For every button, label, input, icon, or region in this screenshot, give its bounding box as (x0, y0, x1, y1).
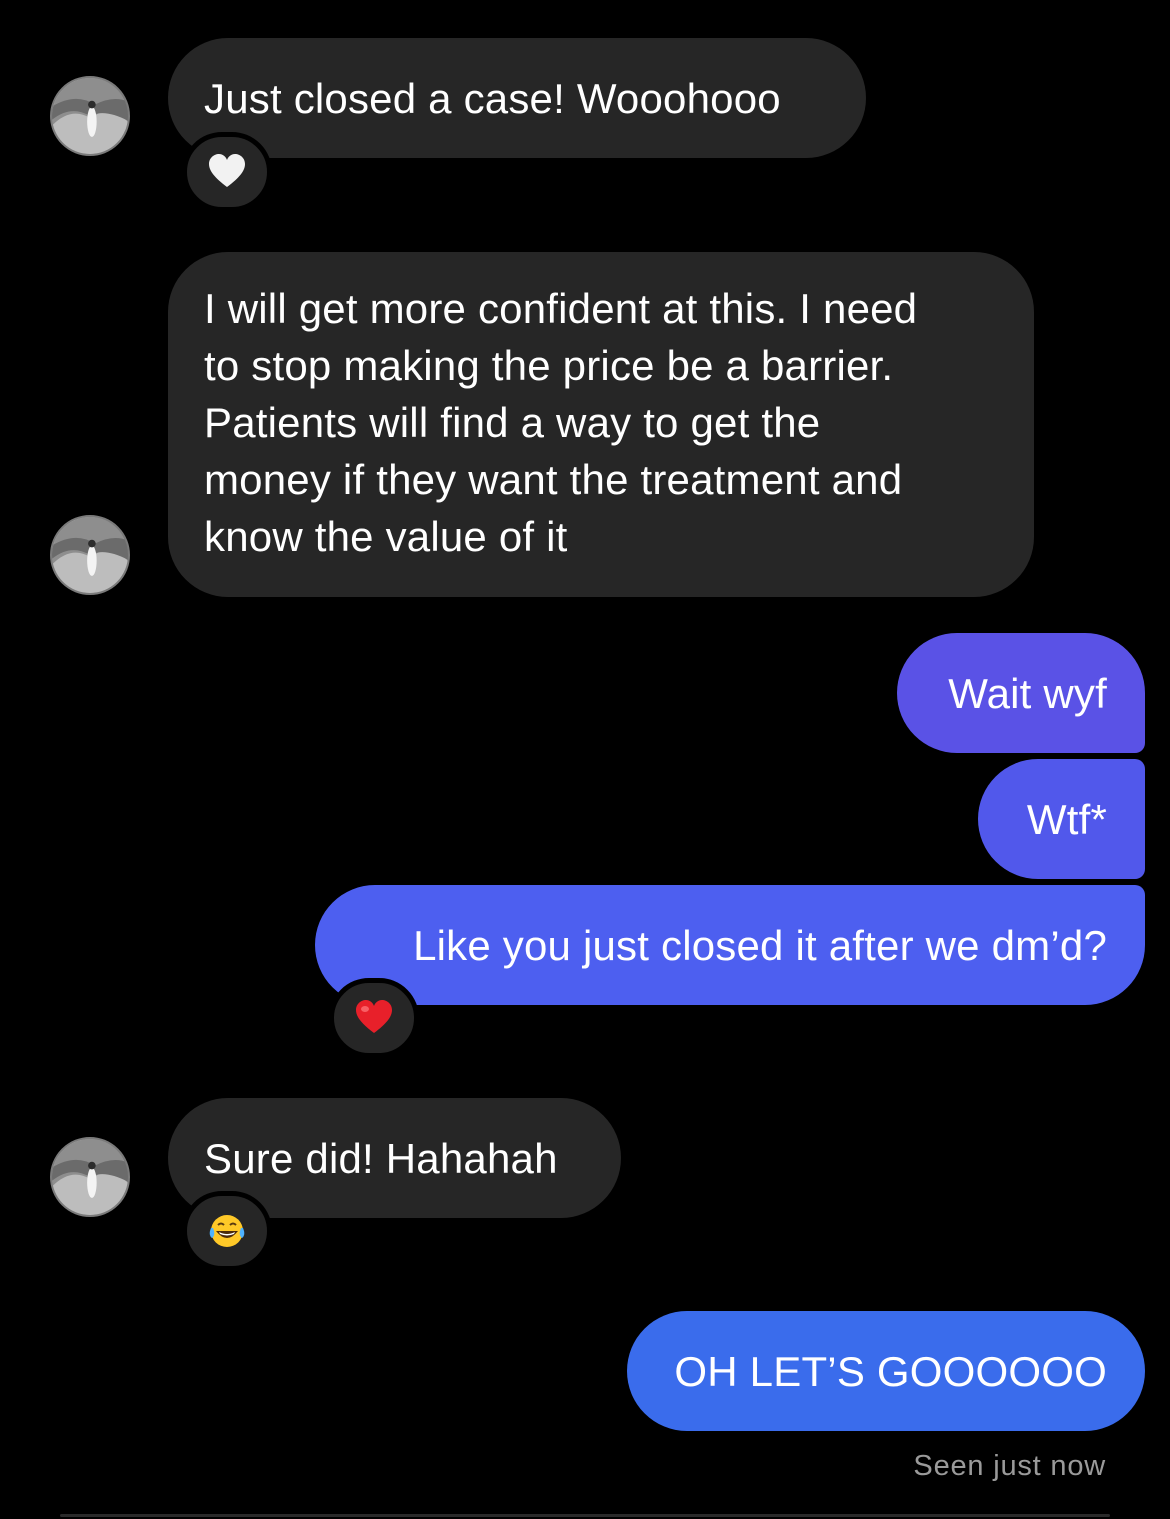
sent-message-4[interactable]: OH LET’S GOOOOOO (627, 1311, 1145, 1431)
message-line: I will get more confident at this. I nee… (204, 285, 918, 332)
message-text: Wtf* (1026, 795, 1107, 843)
message-line: to stop making the price be a barrier. (204, 342, 894, 389)
message-line: know the value of it (204, 513, 568, 560)
contact-avatar[interactable] (50, 515, 130, 595)
contact-avatar[interactable] (50, 76, 130, 156)
message-line: money if they want the treatment and (204, 456, 903, 503)
reaction-red-heart[interactable] (329, 978, 419, 1058)
red-heart-icon (356, 1000, 392, 1033)
white-heart-icon (209, 154, 245, 187)
sent-message-2[interactable]: Wtf* (978, 759, 1145, 879)
message-text: Just closed a case! Wooohooo (204, 74, 781, 122)
received-message-1[interactable]: Just closed a case! Wooohooo (168, 38, 866, 158)
reaction-white-heart[interactable] (182, 132, 272, 212)
message-text: Wait wyf (948, 669, 1107, 717)
message-text: Like you just closed it after we dm’d? (413, 921, 1107, 969)
message-text: Sure did! Hahahah (204, 1134, 558, 1182)
laughing-tears-icon (209, 1215, 245, 1247)
avatar-photo (52, 1139, 128, 1215)
message-text: OH LET’S GOOOOOO (674, 1347, 1107, 1395)
divider (60, 1514, 1110, 1517)
seen-status: Seen just now (913, 1450, 1106, 1482)
received-message-2[interactable]: I will get more confident at this. I nee… (168, 252, 1034, 597)
sent-message-1[interactable]: Wait wyf (897, 633, 1145, 753)
reaction-laughing[interactable] (182, 1191, 272, 1271)
avatar-photo (52, 517, 128, 593)
sent-message-3[interactable]: Like you just closed it after we dm’d? (315, 885, 1145, 1005)
contact-avatar[interactable] (50, 1137, 130, 1217)
message-line: Patients will find a way to get the (204, 399, 821, 446)
avatar-photo (52, 78, 128, 154)
